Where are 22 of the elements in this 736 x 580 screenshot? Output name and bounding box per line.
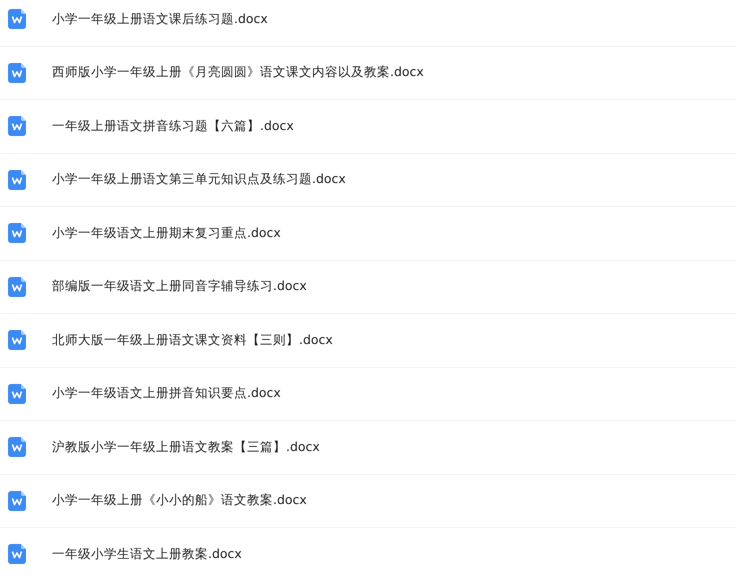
file-name-link[interactable]: 小学一年级上册语文第三单元知识点及练习题.docx <box>52 171 346 188</box>
word-document-icon <box>8 223 26 244</box>
file-name-link[interactable]: 小学一年级上册《小小的船》语文教案.docx <box>52 492 307 510</box>
file-name-link[interactable]: 沪教版小学一年级上册语文教案【三篇】.docx <box>52 438 320 456</box>
file-name-link[interactable]: 一年级上册语文拼音练习题【六篇】.docx <box>52 118 294 135</box>
word-document-icon <box>8 170 26 190</box>
word-document-icon <box>8 276 26 297</box>
word-document-icon <box>8 490 26 511</box>
word-document-icon <box>8 116 26 136</box>
file-name-link[interactable]: 小学一年级语文上册拼音知识要点.docx <box>52 385 281 402</box>
word-document-icon <box>8 384 26 404</box>
word-document-icon <box>8 62 26 83</box>
file-name-link[interactable]: 西师版小学一年级上册《月亮圆圆》语文课文内容以及教案.docx <box>52 64 424 82</box>
file-name-link[interactable]: 部编版一年级语文上册同音字辅导练习.docx <box>52 278 307 296</box>
file-name-link[interactable]: 北师大版一年级上册语文课文资料【三则】.docx <box>52 332 333 349</box>
file-name-link[interactable]: 小学一年级语文上册期末复习重点.docx <box>52 224 281 242</box>
word-document-icon <box>8 330 26 350</box>
word-document-icon <box>8 9 26 30</box>
file-name-link[interactable]: 小学一年级上册语文课后练习题.docx <box>52 10 268 28</box>
word-document-icon <box>8 437 26 458</box>
word-document-icon <box>8 544 26 564</box>
file-name-link[interactable]: 一年级小学生语文上册教案.docx <box>52 546 242 563</box>
